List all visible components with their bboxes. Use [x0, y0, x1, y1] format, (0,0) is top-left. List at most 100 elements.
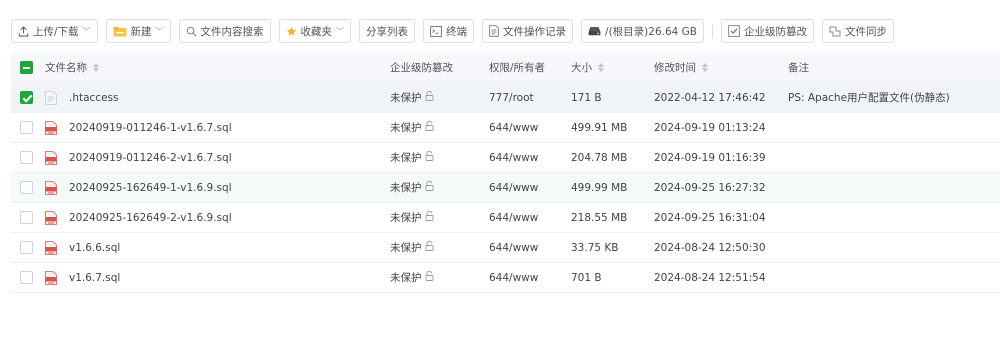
file-size: 204.78 MB — [571, 151, 628, 164]
unlock-icon — [425, 240, 434, 254]
row-checkbox[interactable] — [20, 143, 33, 172]
modified-time: 2024-09-19 01:16:39 — [654, 151, 766, 164]
upload-download-label: 上传/下载 — [33, 25, 79, 38]
protection-status[interactable]: 未保护 — [390, 113, 434, 142]
star-icon — [286, 26, 297, 37]
file-name-link[interactable]: 20240925-162649-2-v1.6.9.sql — [69, 203, 232, 232]
share-list-button[interactable]: 分享列表 — [359, 19, 416, 43]
table-row[interactable]: 20240919-011246-1-v1.6.7.sql 未保护 644/www 49… — [11, 113, 1000, 143]
file-sync-button[interactable]: 文件同步 — [822, 19, 895, 43]
sql-file-icon — [45, 263, 57, 292]
protection-status[interactable]: 未保护 — [390, 83, 434, 112]
toolbar-divider — [712, 24, 714, 38]
row-checkbox[interactable] — [20, 263, 33, 292]
file-name-link[interactable]: .htaccess — [69, 83, 119, 112]
file-name-link[interactable]: 20240919-011246-2-v1.6.7.sql — [69, 143, 232, 172]
text-file-icon — [45, 83, 57, 112]
permission-owner[interactable]: 644/www — [489, 173, 538, 202]
row-checkbox[interactable] — [20, 83, 33, 112]
table-row[interactable]: v1.6.6.sql 未保护 644/www 33.75 KB 2024-08-24 1… — [11, 233, 1000, 263]
column-header-modified[interactable]: 修改时间 — [654, 53, 708, 82]
content-search-button[interactable]: 文件内容搜索 — [178, 19, 271, 43]
permission-owner[interactable]: 644/www — [489, 143, 538, 172]
upload-icon — [18, 25, 29, 37]
table-header: 文件名称 企业级防篡改 权限/所有者 大小 修改时间 备注 — [11, 53, 1000, 83]
permission-owner[interactable]: 644/www — [489, 203, 538, 232]
protection-status[interactable]: 未保护 — [390, 233, 434, 262]
file-name-link[interactable]: v1.6.7.sql — [69, 263, 120, 292]
table-row[interactable]: 20240919-011246-2-v1.6.7.sql 未保护 644/www 20… — [11, 143, 1000, 173]
modified-time: 2024-08-24 12:50:30 — [654, 241, 766, 254]
disk-root-label: /(根目录)26.64 GB — [605, 25, 698, 38]
unlock-icon — [425, 180, 434, 194]
terminal-button[interactable]: 终端 — [423, 19, 475, 43]
favorites-label: 收藏夹 — [300, 25, 333, 38]
sql-file-icon — [45, 113, 57, 142]
modified-time: 2024-09-19 01:13:24 — [654, 121, 766, 134]
unlock-icon — [425, 270, 434, 284]
file-name-link[interactable]: v1.6.6.sql — [69, 233, 120, 262]
permission-owner[interactable]: 644/www — [489, 113, 538, 142]
row-checkbox[interactable] — [20, 173, 33, 202]
row-checkbox[interactable] — [20, 113, 33, 142]
column-header-size[interactable]: 大小 — [571, 53, 604, 82]
unlock-icon — [425, 150, 434, 164]
table-row[interactable]: .htaccess 未保护 777/root 171 B 2022-04-12 17:4… — [11, 83, 1000, 113]
sort-icon — [598, 63, 604, 72]
terminal-label: 终端 — [446, 25, 468, 38]
sync-icon — [829, 25, 841, 37]
select-all-checkbox[interactable] — [20, 53, 33, 82]
tamper-protection-label: 企业级防篡改 — [744, 25, 808, 38]
sql-file-icon — [45, 233, 57, 262]
column-header-permission: 权限/所有者 — [489, 62, 546, 74]
favorites-button[interactable]: 收藏夹 ﹀ — [278, 19, 352, 43]
column-header-protection: 企业级防篡改 — [390, 62, 453, 74]
permission-owner[interactable]: 644/www — [489, 263, 538, 292]
sql-file-icon — [45, 173, 57, 202]
file-size: 701 B — [571, 271, 602, 284]
share-list-label: 分享列表 — [366, 25, 409, 38]
file-size: 171 B — [571, 91, 602, 104]
file-operation-log-label: 文件操作记录 — [503, 25, 567, 38]
new-button[interactable]: 新建 ﹀ — [105, 19, 171, 43]
disk-root-button[interactable]: /(根目录)26.64 GB — [581, 19, 705, 43]
table-row[interactable]: 20240925-162649-2-v1.6.9.sql 未保护 644/www 21… — [11, 203, 1000, 233]
chevron-down-icon: ﹀ — [155, 26, 164, 36]
permission-owner[interactable]: 777/root — [489, 83, 534, 112]
row-checkbox[interactable] — [20, 233, 33, 262]
file-size: 499.91 MB — [571, 121, 628, 134]
file-sync-label: 文件同步 — [845, 25, 888, 38]
file-size: 218.55 MB — [571, 211, 628, 224]
modified-time: 2024-09-25 16:31:04 — [654, 211, 766, 224]
file-operation-log-button[interactable]: 文件操作记录 — [482, 19, 574, 43]
modified-time: 2024-08-24 12:51:54 — [654, 271, 766, 284]
chevron-down-icon: ﹀ — [82, 26, 91, 36]
protection-status[interactable]: 未保护 — [390, 203, 434, 232]
unlock-icon — [425, 210, 434, 224]
modified-time: 2024-09-25 16:27:32 — [654, 181, 766, 194]
tamper-protection-button[interactable]: 企业级防篡改 — [721, 19, 815, 43]
protection-status[interactable]: 未保护 — [390, 173, 434, 202]
file-name-link[interactable]: 20240919-011246-1-v1.6.7.sql — [69, 113, 232, 142]
sort-icon — [702, 63, 708, 72]
tamper-protection-icon — [728, 25, 740, 37]
file-name-link[interactable]: 20240925-162649-1-v1.6.9.sql — [69, 173, 232, 202]
terminal-icon — [430, 25, 442, 37]
table-row[interactable]: 20240925-162649-1-v1.6.9.sql 未保护 644/www 49… — [11, 173, 1000, 203]
protection-status[interactable]: 未保护 — [390, 143, 434, 172]
table-row[interactable]: v1.6.7.sql 未保护 644/www 701 B 2024-08-24 12:5… — [11, 263, 1000, 293]
new-label: 新建 — [130, 25, 152, 38]
file-size: 499.99 MB — [571, 181, 628, 194]
file-note[interactable]: PS: Apache用户配置文件(伪静态) — [788, 83, 950, 112]
row-checkbox[interactable] — [20, 203, 33, 232]
column-header-name[interactable]: 文件名称 — [45, 53, 99, 82]
disk-icon — [588, 26, 601, 36]
protection-status[interactable]: 未保护 — [390, 263, 434, 292]
column-header-note: 备注 — [788, 62, 809, 74]
permission-owner[interactable]: 644/www — [489, 233, 538, 262]
search-icon — [186, 26, 197, 37]
upload-download-button[interactable]: 上传/下载 ﹀ — [11, 19, 98, 43]
sql-file-icon — [45, 143, 57, 172]
file-size: 33.75 KB — [571, 241, 619, 254]
folder-icon — [113, 25, 127, 37]
